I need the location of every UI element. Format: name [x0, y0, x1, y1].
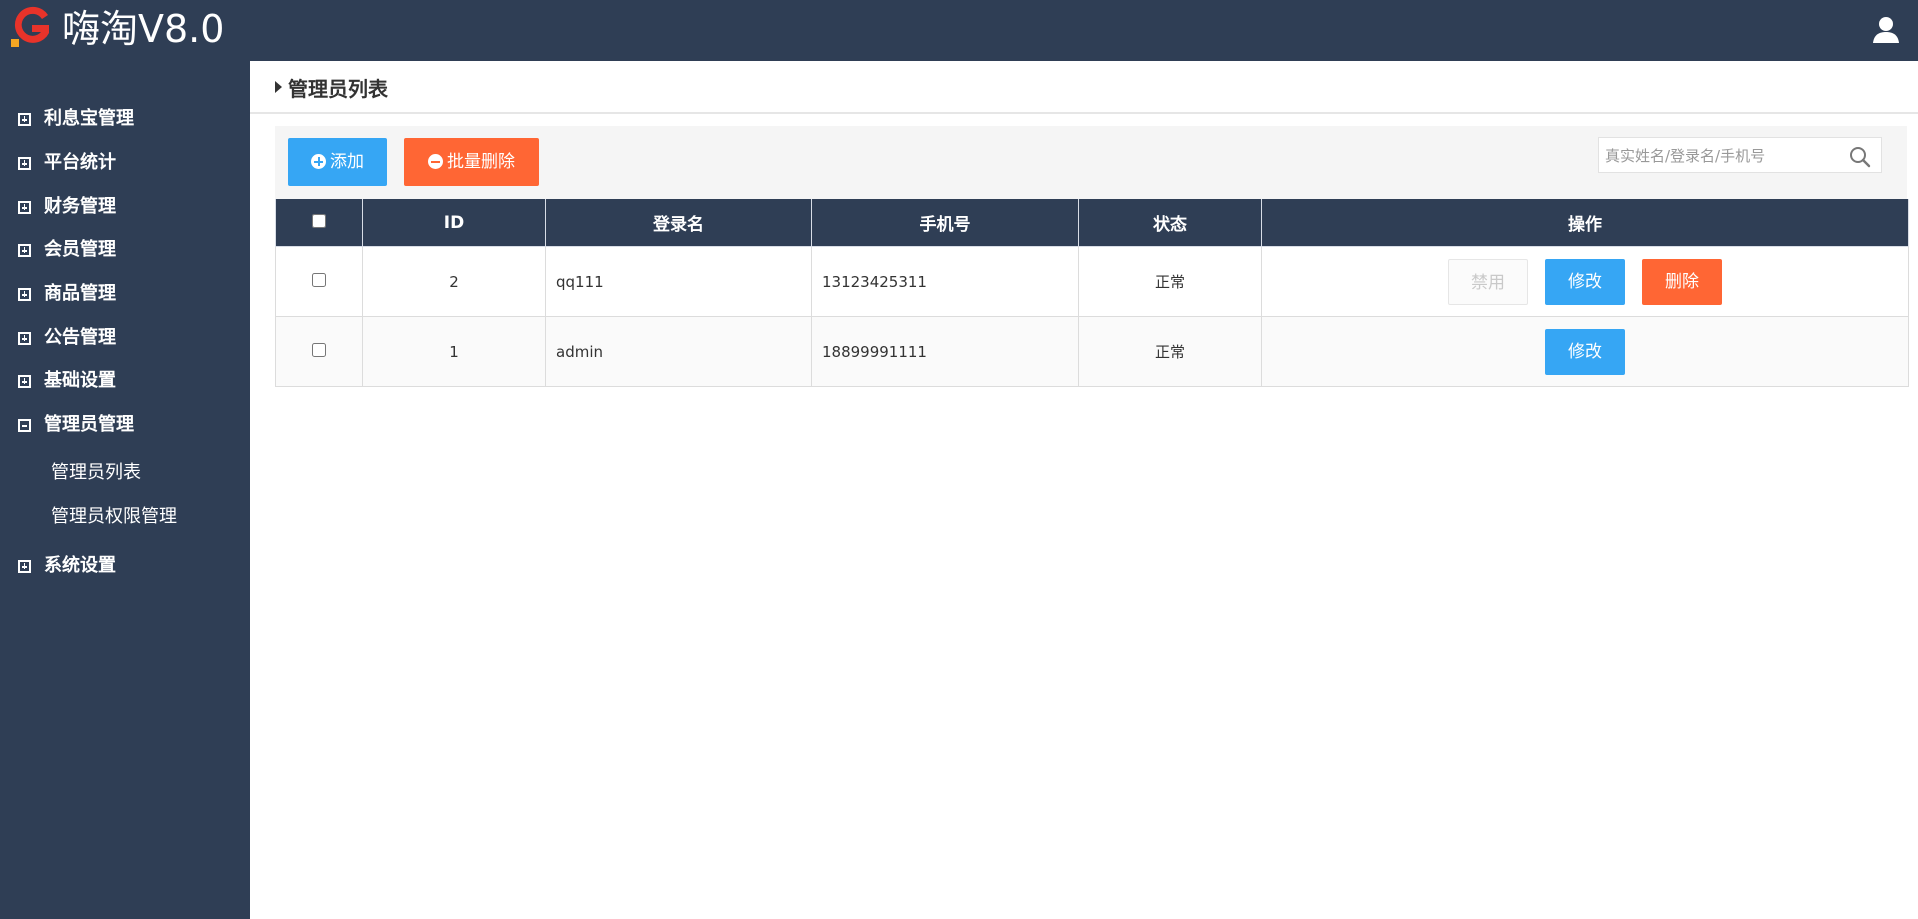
cell-phone: 18899991111: [811, 316, 1079, 387]
search-box: [1598, 137, 1882, 174]
page-title: 管理员列表: [288, 77, 388, 101]
sidebar-item-basic-settings[interactable]: 基础设置: [18, 367, 116, 395]
g-logo-icon: [11, 6, 50, 47]
plus-square-icon: [18, 287, 31, 301]
sidebar-item-finance[interactable]: 财务管理: [18, 193, 116, 221]
sidebar-item-label: 会员管理: [44, 239, 116, 260]
minus-circle-icon: [428, 154, 443, 169]
sidebar-item-label: 商品管理: [44, 283, 116, 304]
cell-phone: 13123425311: [811, 246, 1079, 317]
sidebar-item-members[interactable]: 会员管理: [18, 236, 116, 264]
top-header: 嗨淘V8.0: [0, 0, 1918, 61]
add-button[interactable]: 添加: [288, 138, 387, 186]
batch-delete-button-label: 批量删除: [447, 152, 515, 172]
plus-square-icon: [18, 559, 31, 573]
sidebar-item-interest[interactable]: 利息宝管理: [18, 105, 134, 133]
plus-square-icon: [18, 112, 31, 126]
cell-id: 2: [362, 246, 546, 317]
admin-table: ID 登录名 手机号 状态 操作 2 qq111 13123425311 正常 …: [275, 199, 1909, 387]
main-content: 管理员列表 添加 批量删除 ID: [250, 61, 1918, 919]
sidebar: 利息宝管理 平台统计 财务管理 会员管理 商品管理 公告管理 基础设置 管理员管…: [0, 61, 250, 919]
table-row: 2 qq111 13123425311 正常 禁用 修改 删除: [275, 246, 1909, 317]
page-title-bar: 管理员列表: [250, 61, 1918, 114]
row-checkbox[interactable]: [312, 342, 326, 357]
sidebar-item-system-settings[interactable]: 系统设置: [18, 552, 116, 580]
sidebar-item-products[interactable]: 商品管理: [18, 280, 116, 308]
column-header-actions: 操作: [1261, 199, 1909, 247]
plus-square-icon: [18, 243, 31, 257]
batch-delete-button[interactable]: 批量删除: [404, 138, 539, 186]
sidebar-subitem-admin-list[interactable]: 管理员列表: [51, 459, 141, 487]
cell-actions: 禁用 修改 删除: [1261, 246, 1909, 317]
table-header-row: ID 登录名 手机号 状态 操作: [275, 199, 1909, 247]
sidebar-item-label: 系统设置: [44, 555, 116, 576]
column-header-status[interactable]: 状态: [1078, 199, 1262, 247]
sidebar-item-label: 财务管理: [44, 196, 116, 217]
cell-id: 1: [362, 316, 546, 387]
disable-button[interactable]: 禁用: [1448, 258, 1528, 305]
cell-login: qq111: [545, 246, 812, 317]
cell-status: 正常: [1078, 316, 1262, 387]
cell-status: 正常: [1078, 246, 1262, 317]
sidebar-item-label: 基础设置: [44, 370, 116, 391]
sidebar-item-admin-management[interactable]: 管理员管理: [18, 411, 134, 439]
plus-square-icon: [18, 156, 31, 170]
plus-square-icon: [18, 200, 31, 214]
user-icon[interactable]: [1872, 15, 1900, 43]
plus-square-icon: [18, 374, 31, 388]
column-header-id[interactable]: ID: [362, 199, 546, 247]
edit-button[interactable]: 修改: [1545, 328, 1625, 375]
sidebar-item-label: 平台统计: [44, 152, 116, 173]
sidebar-item-platform-stats[interactable]: 平台统计: [18, 149, 116, 177]
table-row: 1 admin 18899991111 正常 修改: [275, 316, 1909, 387]
add-button-label: 添加: [330, 152, 364, 172]
toolbar: 添加 批量删除: [275, 126, 1907, 199]
plus-square-icon: [18, 331, 31, 345]
caret-right-icon: [275, 81, 282, 93]
select-all-header: [275, 199, 363, 247]
select-all-checkbox[interactable]: [312, 213, 326, 228]
app-title: 嗨淘V8.0: [62, 7, 225, 51]
sidebar-item-label: 管理员管理: [44, 414, 134, 435]
delete-button[interactable]: 删除: [1642, 258, 1722, 305]
cell-login: admin: [545, 316, 812, 387]
edit-button[interactable]: 修改: [1545, 258, 1625, 305]
column-header-login[interactable]: 登录名: [545, 199, 812, 247]
search-input[interactable]: [1599, 138, 1847, 174]
sidebar-item-label: 公告管理: [44, 327, 116, 348]
row-select-cell: [275, 316, 363, 387]
plus-circle-icon: [311, 154, 326, 169]
minus-square-icon: [18, 418, 31, 432]
row-checkbox[interactable]: [312, 272, 326, 287]
row-select-cell: [275, 246, 363, 317]
search-icon[interactable]: [1849, 146, 1871, 168]
sidebar-item-notices[interactable]: 公告管理: [18, 324, 116, 352]
sidebar-item-label: 利息宝管理: [44, 108, 134, 129]
cell-actions: 修改: [1261, 316, 1909, 387]
sidebar-subitem-admin-permissions[interactable]: 管理员权限管理: [51, 503, 177, 531]
column-header-phone[interactable]: 手机号: [811, 199, 1079, 247]
